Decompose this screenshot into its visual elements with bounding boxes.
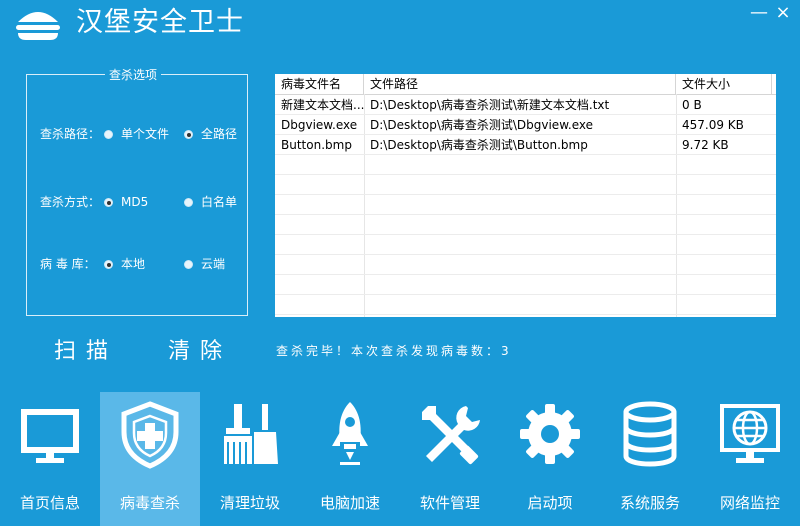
nav-label: 电脑加速: [319, 494, 380, 512]
radio-dot-selected: [104, 260, 113, 269]
virus-db-label: 病 毒 库：: [40, 257, 96, 271]
nav-label: 启动项: [527, 494, 573, 512]
radio-full-path[interactable]: 全路径: [184, 126, 237, 142]
radio-dot: [104, 130, 113, 139]
cell-size: 9.72 KB: [682, 138, 729, 152]
radio-dot-selected: [104, 198, 113, 207]
empty-row: [275, 215, 776, 235]
app-title: 汉堡安全卫士: [76, 7, 244, 38]
radio-dot-selected: [184, 130, 193, 139]
shield-plus-icon: [121, 401, 179, 469]
scan-method-label: 查杀方式：: [40, 195, 101, 209]
table-row[interactable]: Button.bmp D:\Desktop\病毒查杀测试\Button.bmp …: [275, 135, 776, 155]
gear-icon: [520, 404, 580, 464]
cell-path: D:\Desktop\病毒查杀测试\Button.bmp: [370, 138, 588, 152]
scan-path-label: 查杀路径：: [40, 127, 101, 141]
monitor-icon: [21, 409, 79, 463]
virus-results-table[interactable]: 病毒文件名 文件路径 文件大小 新建文本文档.... D:\Desktop\病毒…: [275, 74, 776, 317]
rocket-icon: [332, 402, 368, 465]
empty-row: [275, 155, 776, 175]
empty-row: [275, 295, 776, 315]
radio-cloud[interactable]: 云端: [184, 256, 225, 272]
empty-row: [275, 235, 776, 255]
scan-options-legend: 查杀选项: [105, 68, 162, 82]
scan-status-text: 查杀完毕！本次查杀发现病毒数：3: [276, 344, 512, 358]
nav-label: 网络监控: [719, 494, 780, 512]
column-header-filename[interactable]: 病毒文件名: [275, 74, 364, 94]
empty-row: [275, 255, 776, 275]
column-header-size[interactable]: 文件大小: [676, 74, 772, 94]
nav-label: 清理垃圾: [219, 494, 280, 512]
nav-item-home-info[interactable]: 首页信息: [0, 392, 100, 526]
table-row[interactable]: 新建文本文档.... D:\Desktop\病毒查杀测试\新建文本文档.txt …: [275, 95, 776, 115]
cell-path: D:\Desktop\病毒查杀测试\新建文本文档.txt: [370, 98, 610, 112]
nav-item-system-services[interactable]: 系统服务: [600, 392, 700, 526]
cell-size: 0 B: [682, 98, 702, 112]
nav-item-pc-speedup[interactable]: 电脑加速: [300, 392, 400, 526]
nav-item-clean-junk[interactable]: 清理垃圾: [200, 392, 300, 526]
nav-label: 病毒查杀: [119, 494, 180, 512]
cell-size: 457.09 KB: [682, 118, 744, 132]
nav-item-network-monitor[interactable]: 网络监控: [700, 392, 800, 526]
radio-whitelist[interactable]: 白名单: [184, 194, 237, 210]
clear-button[interactable]: 清除: [168, 337, 232, 367]
radio-local[interactable]: 本地: [104, 256, 145, 272]
globe-monitor-icon: [720, 404, 780, 463]
nav-label: 软件管理: [419, 494, 480, 512]
bottom-nav: 首页信息 病毒查杀 清理垃圾 电脑加速 软件管理 启动项 系统服务 网络监控: [0, 392, 800, 526]
nav-item-virus-scan[interactable]: 病毒查杀: [100, 392, 200, 526]
cell-filename: Dbgview.exe: [281, 118, 358, 132]
tools-icon: [422, 406, 480, 465]
cell-filename: 新建文本文档....: [281, 98, 364, 112]
close-button[interactable]: ×: [772, 4, 794, 24]
nav-label: 系统服务: [619, 494, 680, 512]
nav-label: 首页信息: [19, 494, 80, 512]
column-header-path[interactable]: 文件路径: [364, 74, 676, 94]
empty-row: [275, 275, 776, 295]
minimize-button[interactable]: —: [748, 4, 770, 24]
radio-dot: [184, 198, 193, 207]
title-bar: 汉堡安全卫士 — ×: [0, 0, 800, 48]
nav-item-software-manager[interactable]: 软件管理: [400, 392, 500, 526]
broom-icon: [224, 404, 278, 464]
table-header: 病毒文件名 文件路径 文件大小: [275, 74, 776, 95]
radio-dot: [184, 260, 193, 269]
empty-row: [275, 195, 776, 215]
empty-row: [275, 175, 776, 195]
table-row[interactable]: Dbgview.exe D:\Desktop\病毒查杀测试\Dbgview.ex…: [275, 115, 776, 135]
cell-path: D:\Desktop\病毒查杀测试\Dbgview.exe: [370, 118, 594, 132]
cell-filename: Button.bmp: [281, 138, 352, 152]
radio-single-file[interactable]: 单个文件: [104, 126, 169, 142]
burger-logo-icon: [16, 12, 60, 40]
database-icon: [623, 401, 677, 467]
scan-button[interactable]: 扫描: [54, 337, 118, 367]
radio-md5[interactable]: MD5: [104, 194, 148, 210]
nav-item-startup-items[interactable]: 启动项: [500, 392, 600, 526]
